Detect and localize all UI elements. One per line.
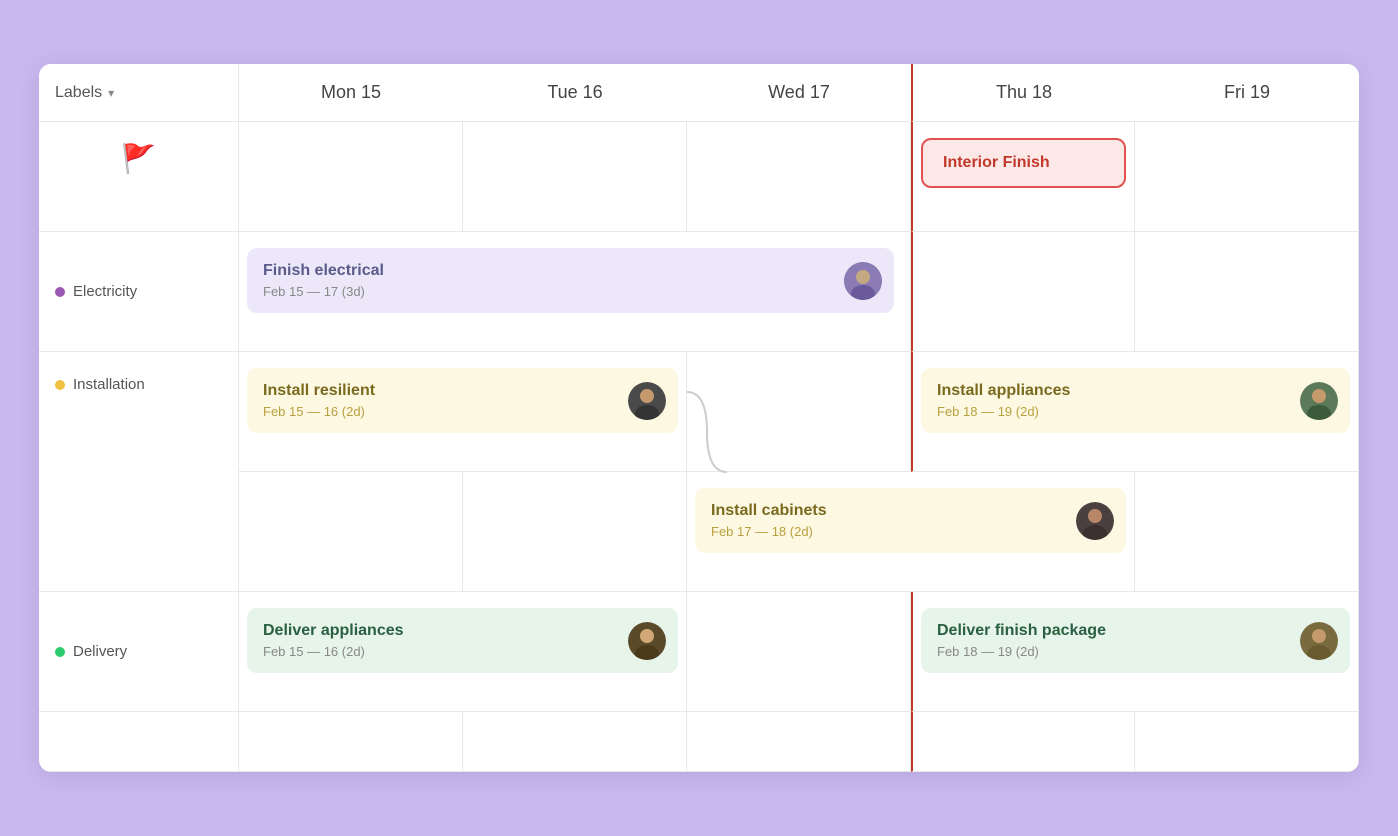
task-deliver-finish-title: Deliver finish package [937,622,1334,640]
install-resilient-cell: Install resilient Feb 15 — 16 (2d) [239,352,687,472]
install-row2-fri [1135,472,1359,592]
bottom-mon [239,712,463,772]
task-finish-electrical[interactable]: Finish electrical Feb 15 — 17 (3d) [247,248,894,313]
install-row2-tue [463,472,687,592]
electricity-dot [55,287,65,297]
task-finish-electrical-date: Feb 15 — 17 (3d) [263,284,878,299]
task-install-cabinets-date: Feb 17 — 18 (2d) [711,524,1110,539]
task-deliver-finish-date: Feb 18 — 19 (2d) [937,644,1334,659]
deliver-finish-cell: Deliver finish package Feb 18 — 19 (2d) [911,592,1359,712]
task-install-resilient[interactable]: Install resilient Feb 15 — 16 (2d) [247,368,678,433]
installation-label-text: Installation [73,376,145,393]
flag-row-thu: Interior Finish [911,122,1135,232]
electricity-row-thu [911,232,1135,352]
delivery-label-cell: Delivery [39,592,239,712]
task-deliver-finish[interactable]: Deliver finish package Feb 18 — 19 (2d) [921,608,1350,673]
header-fri: Fri 19 [1135,64,1359,122]
electricity-row-mon: Finish electrical Feb 15 — 17 (3d) [239,232,911,352]
calendar-grid: Labels ▾ Mon 15 Tue 16 Wed 17 Thu 18 Fri… [39,64,1359,772]
flag-row-wed [687,122,911,232]
flag-row-mon [239,122,463,232]
task-install-cabinets-title: Install cabinets [711,502,1110,520]
bottom-thu [911,712,1135,772]
electricity-row-fri [1135,232,1359,352]
header-mon: Mon 15 [239,64,463,122]
task-install-appliances-date: Feb 18 — 19 (2d) [937,404,1334,419]
task-deliver-appliances-title: Deliver appliances [263,622,662,640]
install-appliances-cell: Install appliances Feb 18 — 19 (2d) [911,352,1359,472]
install-row2-mon [239,472,463,592]
task-install-appliances-avatar [1300,382,1338,420]
flag-row-fri [1135,122,1359,232]
task-interior-finish-title: Interior Finish [943,154,1104,172]
delivery-label-text: Delivery [73,643,127,660]
chevron-down-icon: ▾ [108,86,114,100]
task-install-appliances[interactable]: Install appliances Feb 18 — 19 (2d) [921,368,1350,433]
task-install-resilient-date: Feb 15 — 16 (2d) [263,404,662,419]
calendar-container: Labels ▾ Mon 15 Tue 16 Wed 17 Thu 18 Fri… [39,64,1359,772]
task-deliver-appliances-date: Feb 15 — 16 (2d) [263,644,662,659]
task-deliver-appliances-avatar [628,622,666,660]
task-deliver-appliances[interactable]: Deliver appliances Feb 15 — 16 (2d) [247,608,678,673]
installation-dot [55,380,65,390]
install-resilient-wed [687,352,911,472]
flag-row-tue [463,122,687,232]
header-wed: Wed 17 [687,64,911,122]
flag-label-cell: 🚩 [39,122,239,232]
bottom-tue [463,712,687,772]
task-install-cabinets-avatar [1076,502,1114,540]
task-install-resilient-title: Install resilient [263,382,662,400]
delivery-dot [55,647,65,657]
task-install-cabinets[interactable]: Install cabinets Feb 17 — 18 (2d) [695,488,1126,553]
bottom-wed [687,712,911,772]
task-install-resilient-avatar [628,382,666,420]
electricity-label-text: Electricity [73,283,137,300]
task-finish-electrical-title: Finish electrical [263,262,878,280]
installation-label-cell: Installation [39,352,239,592]
bottom-fri [1135,712,1359,772]
deliver-row-wed [687,592,911,712]
header-thu: Thu 18 [911,64,1135,122]
bottom-label [39,712,239,772]
install-cabinets-cell: Install cabinets Feb 17 — 18 (2d) [687,472,1135,592]
deliver-appliances-cell: Deliver appliances Feb 15 — 16 (2d) [239,592,687,712]
labels-text: Labels [55,84,102,102]
electricity-label-cell: Electricity [39,232,239,352]
labels-header[interactable]: Labels ▾ [39,64,239,122]
task-finish-electrical-avatar [844,262,882,300]
task-interior-finish[interactable]: Interior Finish [921,138,1126,188]
task-install-appliances-title: Install appliances [937,382,1334,400]
header-tue: Tue 16 [463,64,687,122]
flag-icon: 🚩 [121,142,156,175]
task-deliver-finish-avatar [1300,622,1338,660]
